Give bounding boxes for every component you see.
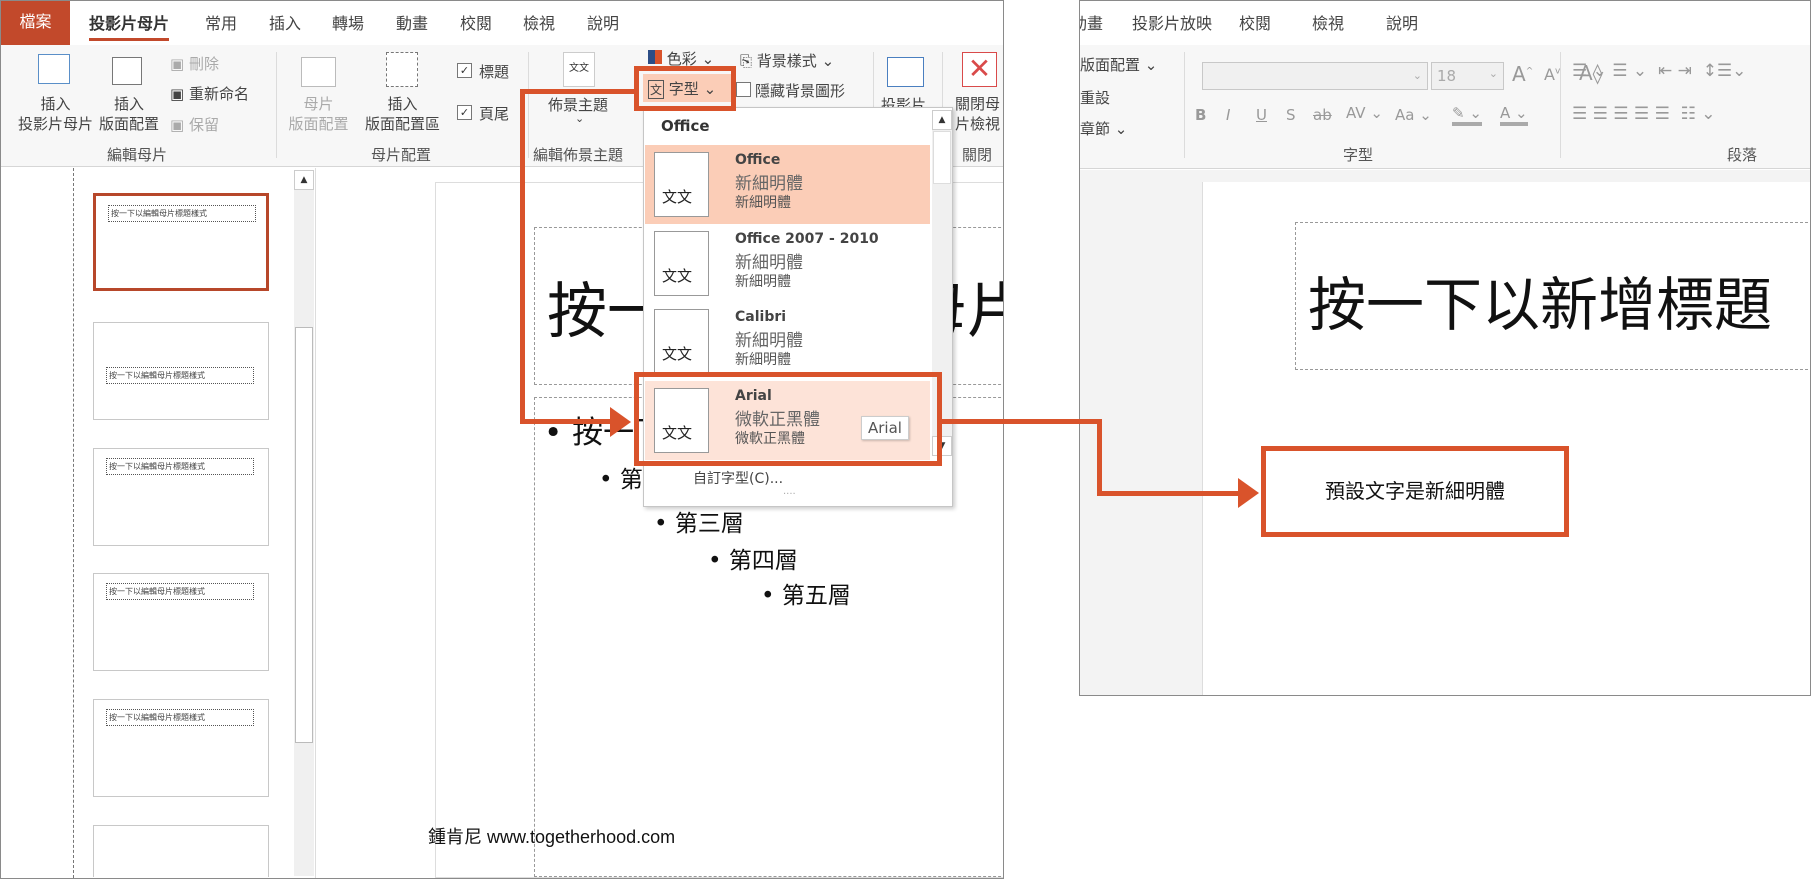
tab-help[interactable]: 說明 <box>587 10 619 34</box>
tab-slide-master[interactable]: 投影片母片 <box>89 10 170 41</box>
title-checkbox-label: 標題 <box>479 63 510 81</box>
callout-box: 預設文字是新細明體 <box>1261 446 1569 537</box>
scroll-up-arrow[interactable]: ▲ <box>294 170 314 190</box>
font-name-combobox[interactable]: ⌄ <box>1202 62 1428 90</box>
font-preview: 文文 <box>654 231 709 296</box>
slide-master-icon <box>38 54 70 84</box>
char-spacing-button[interactable]: AV ⌄ <box>1346 104 1383 122</box>
rename-button[interactable]: ▣ 重新命名 <box>170 83 249 104</box>
scroll-up-arrow[interactable]: ▲ <box>932 110 952 130</box>
shadow-button[interactable]: S <box>1286 106 1296 124</box>
thumbnail-pane: 按一下以編輯母片標題樣式 按一下以編輯母片標題樣式 按一下以編輯母片標題樣式 按… <box>1 168 316 878</box>
group-label-close: 關閉 <box>962 146 993 164</box>
footer-checkbox-label: 頁尾 <box>479 105 510 123</box>
tab-transitions[interactable]: 轉場 <box>332 10 364 34</box>
arial-item-highlight <box>634 372 942 466</box>
section-button[interactable]: 章節 ⌄ <box>1080 118 1127 139</box>
resize-grip[interactable]: ···· <box>783 489 796 500</box>
alignment-icons[interactable]: ☰ ☰ ☰ ☰ ☰ ☷ ⌄ <box>1572 104 1716 124</box>
placeholder-icon <box>386 52 418 87</box>
master-layout-icon <box>301 57 336 87</box>
tab-review[interactable]: 校閱 <box>460 10 492 34</box>
powerpoint-normal-window: 動畫 投影片放映 校閱 檢視 說明 版面配置 ⌄ 重設 章節 ⌄ ⌄ 18⌄ A… <box>1079 0 1811 696</box>
hide-background-label: 隱藏背景圖形 <box>755 82 846 100</box>
font-size-combobox[interactable]: 18 ⌄ <box>1431 62 1504 90</box>
underline-button[interactable]: U <box>1256 106 1267 124</box>
font-item-office-2007-2010[interactable]: 文文 Office 2007 - 2010 新細明體 新細明體 <box>645 224 930 303</box>
thumbnail-layout[interactable]: 按一下以編輯母片標題樣式 <box>93 322 269 420</box>
theme-icon: 文文 <box>563 52 595 87</box>
italic-button[interactable]: I <box>1226 106 1230 124</box>
footer-checkbox[interactable]: ✓ <box>457 105 472 120</box>
thumbnail-layout[interactable]: 按一下以編輯母片標題樣式 <box>93 448 269 546</box>
watermark: 鍾肯尼 www.togetherhood.com <box>428 827 676 847</box>
tab-slideshow[interactable]: 投影片放映 <box>1132 10 1212 34</box>
tab-file[interactable]: 檔案 <box>1 1 70 45</box>
arrow-icon <box>610 407 631 437</box>
ribbon-tabs: 檔案 投影片母片 常用 插入 轉場 動畫 校閱 檢視 說明 <box>1 1 1003 45</box>
thumbnail-layout[interactable]: 按一下以編輯母片標題樣式 <box>93 699 269 797</box>
preserve-button[interactable]: ▣ 保留 <box>170 114 219 135</box>
font-item-calibri[interactable]: 文文 Calibri 新細明體 新細明體 <box>645 302 930 381</box>
font-preview: 文文 <box>654 152 709 217</box>
group-label-paragraph: 段落 <box>1727 146 1758 164</box>
background-styles-button[interactable]: ⎘ 背景樣式 ⌄ <box>740 50 834 71</box>
hide-background-checkbox[interactable] <box>736 82 751 97</box>
tab-animations[interactable]: 動畫 <box>1080 10 1103 34</box>
delete-button[interactable]: ▣ 刪除 <box>170 53 219 74</box>
font-preview: 文文 <box>654 309 709 374</box>
tab-animations[interactable]: 動畫 <box>396 10 428 34</box>
tab-view[interactable]: 檢視 <box>1312 10 1344 34</box>
tab-insert[interactable]: 插入 <box>269 10 301 34</box>
highlight-icon[interactable]: ✎ ⌄ <box>1452 104 1482 126</box>
ribbon: 版面配置 ⌄ 重設 章節 ⌄ ⌄ 18 ⌄ A^ Av A◊ B I U S ab… <box>1080 45 1810 169</box>
fonts-button-highlight <box>634 66 736 111</box>
thumbnail-layout[interactable]: 按一下以編輯母片標題樣式 <box>93 193 269 291</box>
font-color-icon[interactable]: A ⌄ <box>1500 104 1528 126</box>
group-label-font: 字型 <box>1343 146 1374 164</box>
increase-font-icon[interactable]: A^ <box>1512 62 1533 86</box>
title-checkbox[interactable]: ✓ <box>457 63 472 78</box>
decrease-font-icon[interactable]: Av <box>1544 65 1560 84</box>
arrow-icon <box>1238 478 1259 508</box>
scroll-thumb[interactable] <box>295 327 313 743</box>
reset-button[interactable]: 重設 <box>1080 87 1110 108</box>
thumbnail-layout[interactable]: 按一下以編輯母片標題樣式 <box>93 573 269 671</box>
tab-view[interactable]: 檢視 <box>523 10 555 34</box>
tab-home[interactable]: 常用 <box>205 10 237 34</box>
close-icon: ✕ <box>962 52 997 87</box>
thumbnail-scrollbar[interactable]: ▲ <box>294 170 314 876</box>
colors-icon <box>648 50 662 64</box>
bullets-icon[interactable]: ☰ ⌄ ☰ ⌄ ⇤ ⇥ ↕☰⌄ <box>1572 61 1746 81</box>
scroll-thumb[interactable] <box>933 131 951 184</box>
bold-button[interactable]: B <box>1195 106 1206 124</box>
custom-fonts-item[interactable]: 自訂字型(C)... <box>693 468 783 488</box>
layout-button[interactable]: 版面配置 ⌄ <box>1080 54 1157 75</box>
change-case-button[interactable]: Aa ⌄ <box>1395 106 1432 124</box>
tab-review[interactable]: 校閱 <box>1239 10 1271 34</box>
ribbon-tabs: 動畫 投影片放映 校閱 檢視 說明 <box>1080 1 1810 45</box>
title-placeholder[interactable]: 按一下以新增標題 <box>1295 222 1810 370</box>
thumbnail-layout[interactable] <box>93 825 269 877</box>
slide-canvas: 按一下以新增標題 <box>1202 182 1810 695</box>
group-label-master-layout: 母片配置 <box>371 146 432 164</box>
insert-layout-icon <box>112 57 142 85</box>
slide-size-icon <box>887 57 924 87</box>
font-item-office[interactable]: 文文 Office 新細明體 新細明體 <box>645 145 930 224</box>
tab-help[interactable]: 說明 <box>1386 10 1418 34</box>
strikethrough-button[interactable]: ab <box>1313 106 1332 124</box>
group-label-edit-theme: 編輯佈景主題 <box>533 146 624 164</box>
group-label-edit-master: 編輯母片 <box>107 146 168 164</box>
dropdown-header: Office <box>661 117 710 135</box>
